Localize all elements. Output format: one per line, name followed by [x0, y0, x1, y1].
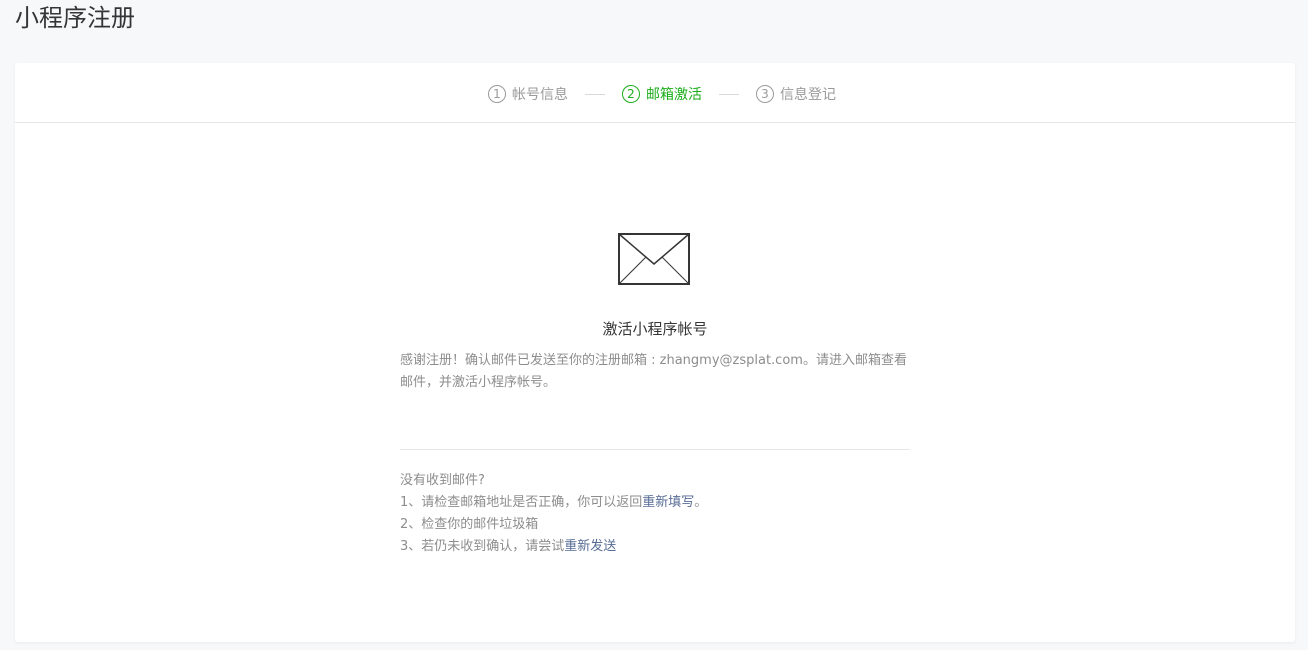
help-line-1-suffix: 。 [694, 495, 708, 510]
refill-link[interactable]: 重新填写 [642, 495, 694, 510]
step-progress-bar: 1 帐号信息 2 邮箱激活 3 信息登记 [15, 63, 1295, 123]
step-email-activation: 2 邮箱激活 [622, 84, 702, 104]
registration-card: 1 帐号信息 2 邮箱激活 3 信息登记 激活小程序帐号 感谢注册！确认邮件已发… [15, 63, 1295, 642]
help-line-3: 3、若仍未收到确认，请尝试重新发送 [400, 536, 910, 558]
step-account-info: 1 帐号信息 [488, 84, 568, 104]
step-separator [585, 93, 605, 95]
help-section: 没有收到邮件? 1、请检查邮箱地址是否正确，你可以返回重新填写。 2、检查你的邮… [400, 470, 910, 558]
activation-description: 感谢注册！确认邮件已发送至你的注册邮箱 : zhangmy@zsplat.com… [400, 353, 907, 390]
step-separator [719, 93, 739, 95]
step-number-3: 3 [756, 85, 774, 103]
help-line-1-text: 1、请检查邮箱地址是否正确，你可以返回 [400, 495, 643, 510]
step-info-registration: 3 信息登记 [756, 84, 836, 104]
activation-title: 激活小程序帐号 [602, 320, 708, 338]
envelope-icon [618, 233, 690, 285]
page-title: 小程序注册 [15, 4, 135, 32]
help-heading: 没有收到邮件? [400, 473, 485, 488]
step-number-2: 2 [622, 85, 640, 103]
divider [400, 449, 910, 450]
step-number-1: 1 [488, 85, 506, 103]
step-label-email-activation: 邮箱激活 [646, 87, 702, 103]
resend-link[interactable]: 重新发送 [564, 539, 616, 554]
help-line-2: 2、检查你的邮件垃圾箱 [400, 517, 539, 532]
help-line-1: 1、请检查邮箱地址是否正确，你可以返回重新填写。 [400, 492, 910, 514]
step-label-account-info: 帐号信息 [512, 87, 568, 103]
step-label-info-registration: 信息登记 [780, 87, 836, 103]
help-line-3-text: 3、若仍未收到确认，请尝试 [400, 539, 565, 554]
steps: 1 帐号信息 2 邮箱激活 3 信息登记 [488, 83, 836, 105]
